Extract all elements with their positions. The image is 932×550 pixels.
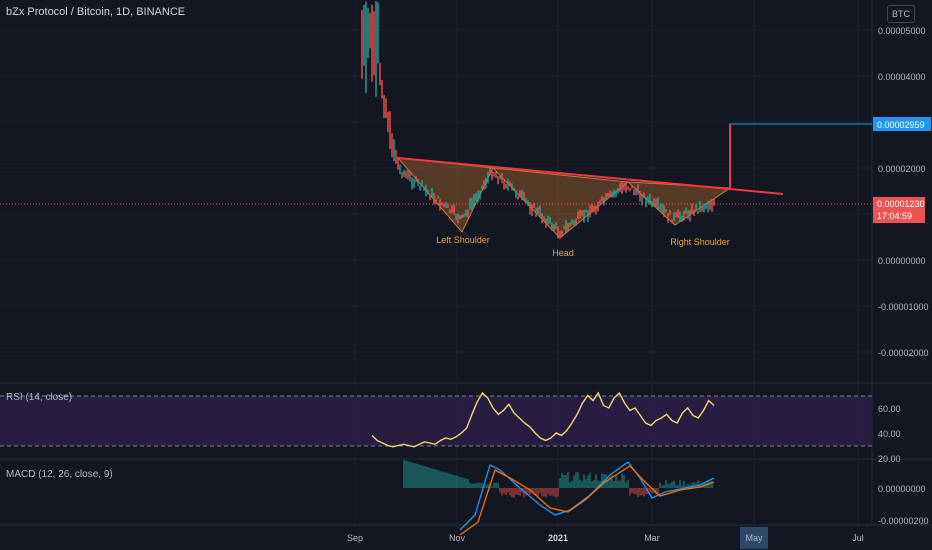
price-tick-label: -0.00002000 bbox=[878, 348, 929, 358]
time-tick-label: Jul bbox=[852, 533, 864, 543]
price-tick-label: 0.00000000 bbox=[878, 256, 926, 266]
time-tick-label: 2021 bbox=[548, 533, 568, 543]
macd-tick-label: 0.00000000 bbox=[878, 484, 926, 494]
currency-button[interactable]: BTC bbox=[887, 5, 915, 23]
pattern-label: Left Shoulder bbox=[436, 235, 490, 245]
pattern-label: Right Shoulder bbox=[670, 237, 730, 247]
chart-title: bZx Protocol / Bitcoin, 1D, BINANCE bbox=[6, 6, 186, 18]
target-price-text: 0.00002959 bbox=[877, 120, 925, 130]
current-price-text: 0.00001230 bbox=[877, 199, 925, 209]
macd-label: MACD (12, 26, close, 9) bbox=[6, 469, 113, 480]
rsi-tick-label: 20.00 bbox=[878, 454, 901, 464]
time-tick-label: Nov bbox=[449, 533, 466, 543]
time-tick-label: Sep bbox=[347, 533, 363, 543]
rsi-tick-label: 40.00 bbox=[878, 429, 901, 439]
time-tick-label: Mar bbox=[644, 533, 660, 543]
price-tick-label: 0.00004000 bbox=[878, 72, 926, 82]
price-tick-label: 0.00005000 bbox=[878, 26, 926, 36]
rsi-label: RSI (14, close) bbox=[6, 392, 73, 403]
pattern-label: Head bbox=[552, 248, 574, 258]
price-tick-label: -0.00001000 bbox=[878, 302, 929, 312]
countdown-text: 17:04:59 bbox=[877, 211, 912, 221]
macd-tick-label: -0.00000200 bbox=[878, 516, 929, 526]
rsi-tick-label: 60.00 bbox=[878, 404, 901, 414]
price-tick-label: 0.00002000 bbox=[878, 164, 926, 174]
background bbox=[0, 0, 932, 550]
rsi-band bbox=[0, 396, 872, 446]
chart-canvas: Left Shoulder Head Right Shoulder 0.000050… bbox=[0, 0, 932, 550]
time-tick-label: May bbox=[745, 533, 763, 543]
